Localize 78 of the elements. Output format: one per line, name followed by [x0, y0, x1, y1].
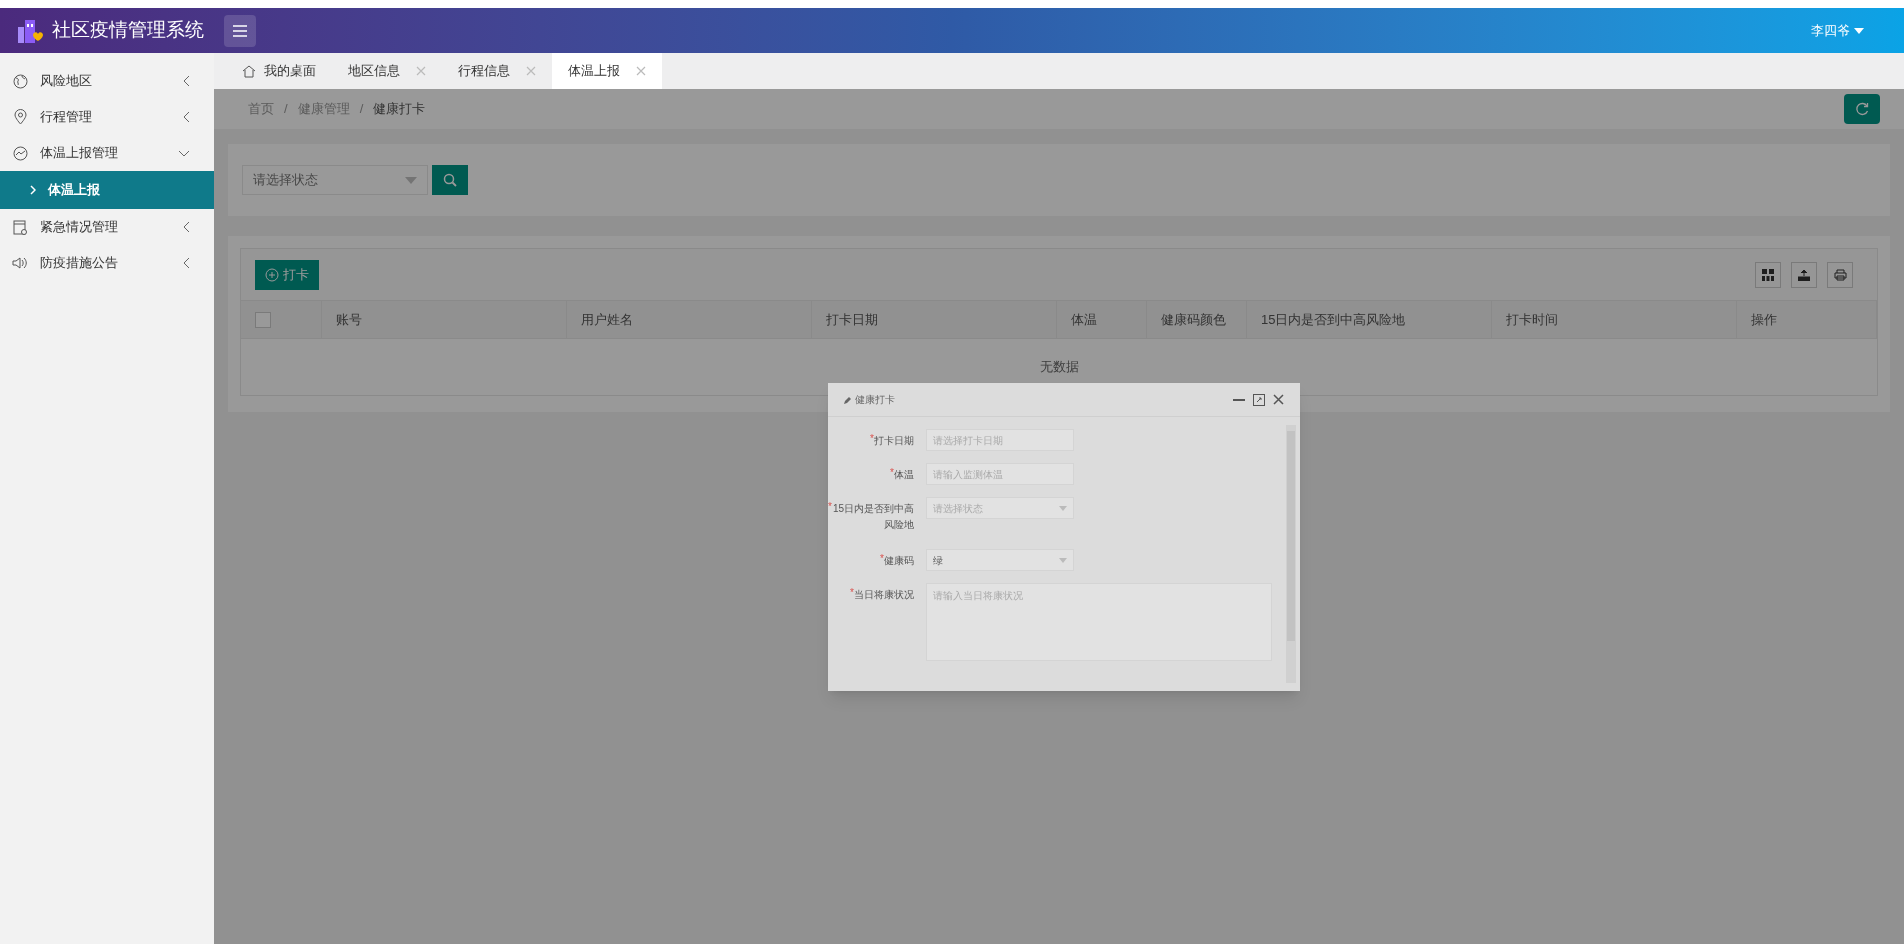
chevron-down-icon	[178, 149, 190, 157]
tab[interactable]: 地区信息	[332, 53, 442, 89]
close-button[interactable]	[1273, 394, 1284, 405]
caret-icon	[1854, 27, 1864, 34]
print-icon	[1833, 268, 1847, 281]
chevron-left-icon	[183, 221, 190, 233]
grid-icon	[1762, 268, 1774, 281]
chevron-left-icon	[183, 75, 190, 87]
export-button[interactable]	[1791, 261, 1817, 288]
plus-circle-icon	[265, 267, 279, 282]
globe-icon	[12, 73, 28, 89]
column-header: 用户姓名	[567, 301, 812, 338]
dialog-title: 健康打卡	[855, 393, 895, 407]
breadcrumb-separator: /	[359, 100, 364, 119]
close-icon	[1273, 394, 1284, 405]
user-menu[interactable]: 李四爷	[1811, 20, 1864, 41]
column-header: 账号	[322, 301, 567, 338]
chevron-left-icon	[183, 111, 190, 123]
field-label: 15日内是否到中高风险地	[832, 502, 914, 532]
chevron-left-icon	[183, 257, 190, 269]
refresh-icon	[1855, 102, 1869, 116]
columns-button[interactable]	[1755, 261, 1781, 288]
status-select[interactable]: 请选择状态	[242, 165, 428, 195]
trend-icon	[12, 145, 28, 161]
close-icon	[526, 66, 536, 76]
tab[interactable]: 行程信息	[442, 53, 552, 89]
sidebar-item[interactable]: 防疫措施公告	[0, 245, 214, 281]
search-button[interactable]	[432, 165, 468, 195]
field-label: 打卡日期	[874, 435, 914, 448]
search-icon	[443, 173, 457, 187]
minimize-button[interactable]	[1233, 398, 1245, 401]
required-mark: *	[850, 587, 854, 598]
sidebar-subitem[interactable]: 体温上报	[0, 171, 214, 209]
breadcrumb-separator: /	[284, 100, 288, 119]
column-header: 体温	[1057, 301, 1147, 338]
tab[interactable]: 体温上报	[552, 53, 662, 89]
form-icon	[13, 219, 27, 235]
refresh-button[interactable]	[1844, 94, 1880, 124]
sidebar-item[interactable]: 紧急情况管理	[0, 209, 214, 245]
caret-icon	[1059, 505, 1067, 511]
sidebar-item[interactable]: 风险地区	[0, 63, 214, 99]
empty-text: 无数据	[1039, 358, 1079, 377]
select-all-checkbox[interactable]	[255, 311, 271, 328]
required-mark: *	[890, 467, 894, 478]
add-checkin-button[interactable]: 打卡	[255, 259, 319, 290]
breadcrumb-link[interactable]: 健康打卡	[373, 99, 426, 119]
maximize-button[interactable]	[1253, 393, 1265, 406]
field-label: 当日将康状况	[854, 589, 914, 602]
app-title: 社区疫情管理系统	[52, 18, 204, 43]
menu-icon	[233, 24, 247, 37]
column-header: 健康码颜色	[1147, 301, 1247, 338]
menu-toggle-button[interactable]	[224, 14, 256, 47]
caret-icon	[1059, 557, 1067, 563]
chevron-right-icon	[30, 185, 36, 195]
sidebar-item[interactable]: 行程管理	[0, 99, 214, 135]
column-header: 打卡时间	[1492, 301, 1737, 338]
field-label: 体温	[894, 469, 914, 482]
pencil-icon	[844, 395, 852, 404]
export-icon	[1798, 268, 1810, 281]
column-header: 操作	[1737, 301, 1877, 338]
field-label: 健康码	[884, 555, 914, 568]
required-mark: *	[880, 553, 884, 564]
column-header: 打卡日期	[812, 301, 1057, 338]
minimize-icon	[1233, 398, 1245, 401]
location-pin-icon	[13, 109, 27, 125]
maximize-icon	[1253, 393, 1265, 406]
print-button[interactable]	[1827, 261, 1853, 288]
tab[interactable]: 我的桌面	[226, 53, 332, 89]
select-field[interactable]: 绿	[926, 549, 1074, 571]
column-header: 15日内是否到中高风险地	[1247, 301, 1492, 338]
close-icon	[416, 66, 426, 76]
sidebar-item[interactable]: 体温上报管理	[0, 135, 214, 171]
required-mark: *	[828, 501, 832, 513]
home-icon	[242, 64, 256, 78]
close-icon	[636, 66, 646, 76]
speaker-icon	[12, 256, 28, 270]
caret-icon	[405, 176, 417, 184]
required-mark: *	[870, 433, 874, 444]
